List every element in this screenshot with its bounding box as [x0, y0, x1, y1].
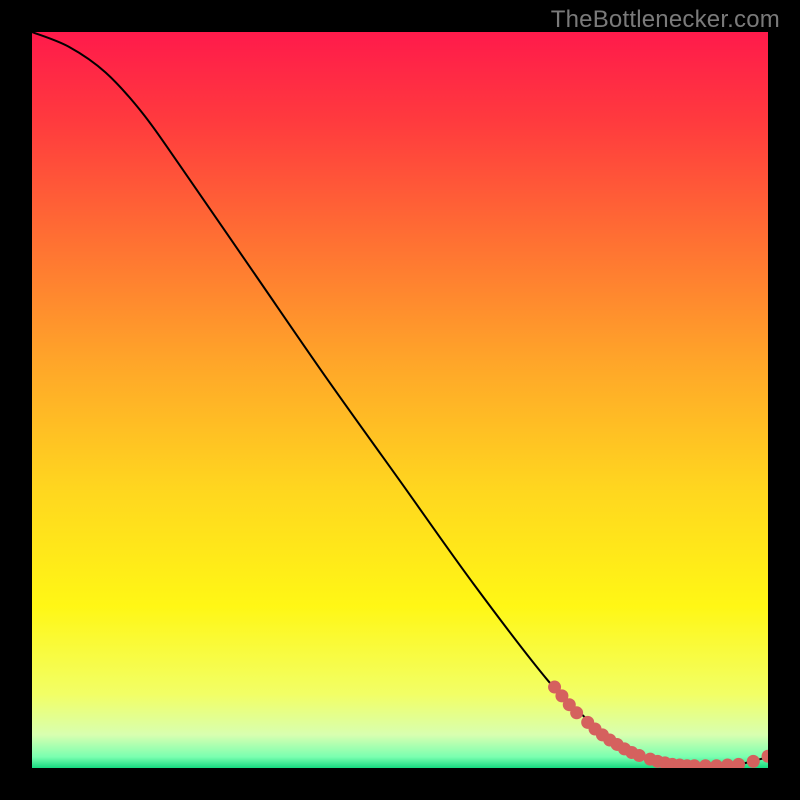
data-point-marker [747, 755, 760, 768]
data-point-marker [570, 706, 583, 719]
chart-frame [32, 32, 768, 768]
heat-gradient-background [32, 32, 768, 768]
bottleneck-curve-chart [32, 32, 768, 768]
watermark-text: TheBottlenecker.com [551, 6, 780, 34]
data-point-marker [633, 749, 646, 762]
